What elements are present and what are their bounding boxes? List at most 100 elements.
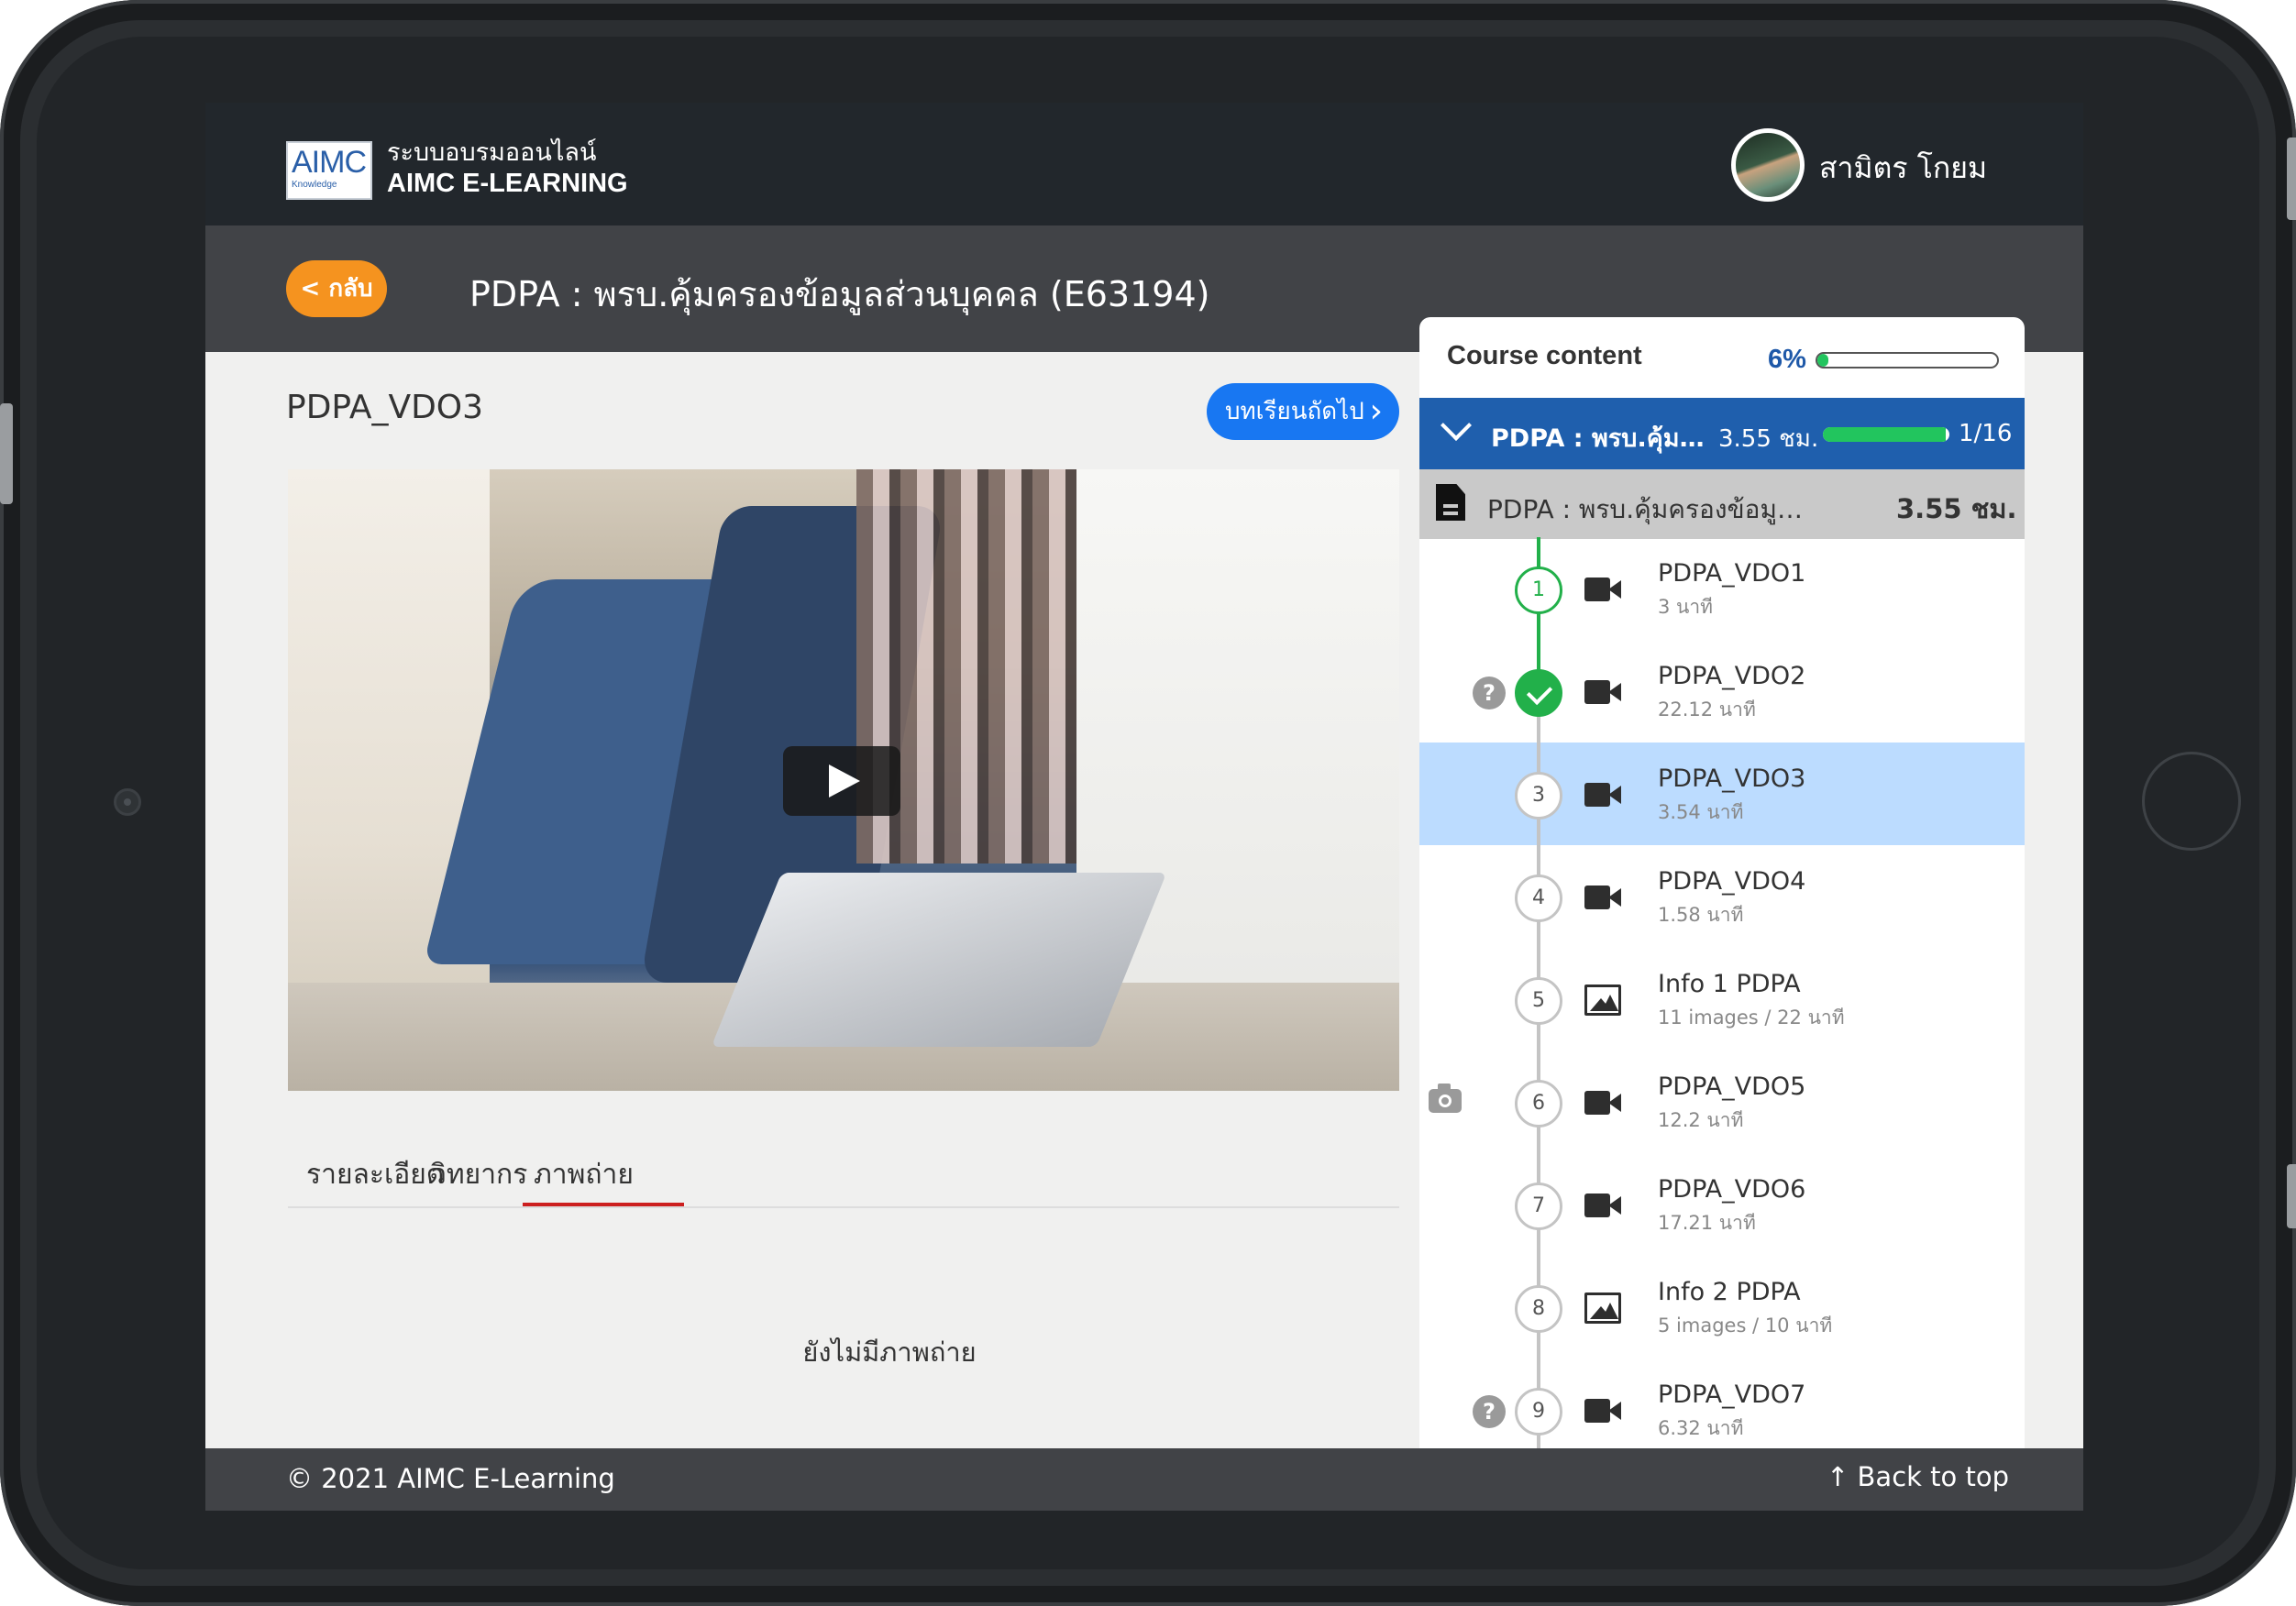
next-lesson-label: บทเรียนถัดไป [1225, 398, 1364, 425]
logo-text: AIMC [292, 145, 367, 180]
lesson-item[interactable]: 4 PDPA_VDO4 1.58 นาที [1419, 845, 2025, 948]
section-header[interactable]: PDPA : พรบ.คุ้มคร.. 3.55 ชม. 1/16 [1419, 398, 2025, 469]
lesson-item-title: PDPA_VDO1 [1658, 559, 1806, 588]
camera-icon[interactable] [1429, 1084, 1462, 1113]
back-to-top-label: Back to top [1857, 1461, 2010, 1492]
video-camera-icon [1584, 886, 1621, 909]
footer: © 2021 AIMC E-Learning ↑ Back to top [205, 1448, 2083, 1511]
brand-subtitle: ระบบอบรมออนไลน์ [387, 138, 597, 167]
lesson-number: 4 [1515, 874, 1562, 922]
timeline-line [1537, 640, 1540, 671]
lesson-number: 3 [1515, 772, 1562, 820]
lesson-item-title: PDPA_VDO3 [1658, 764, 1806, 793]
timeline-line [1537, 1050, 1540, 1082]
check-circle-icon [1515, 669, 1562, 717]
side-button-top[interactable] [2287, 138, 2296, 220]
copyright: © 2021 AIMC E-Learning [286, 1463, 615, 1494]
lesson-item-duration: 22.12 นาที [1658, 698, 1756, 720]
tab-details[interactable]: รายละเอียด [306, 1153, 444, 1196]
subsection-name: PDPA : พรบ.คุ้มครองข้อมูลส่วน... [1487, 494, 1814, 524]
lesson-title: PDPA_VDO3 [286, 389, 484, 426]
lesson-item-duration: 1.58 นาที [1658, 904, 1744, 926]
subsection-header[interactable]: PDPA : พรบ.คุ้มครองข้อมูลส่วน... 3.55 ชม… [1419, 469, 2025, 539]
timeline-line [1537, 948, 1540, 979]
aimc-logo[interactable]: AIMC Knowledge [286, 141, 372, 200]
home-button[interactable] [2142, 752, 2241, 851]
lesson-number: 6 [1515, 1080, 1562, 1128]
tab-instructor[interactable]: วิทยากร [431, 1153, 527, 1196]
avatar[interactable] [1731, 128, 1805, 202]
timeline-line [1537, 1153, 1540, 1184]
lesson-item-title: PDPA_VDO4 [1658, 867, 1806, 896]
document-icon [1436, 484, 1465, 521]
lesson-item-duration: 17.21 นาที [1658, 1212, 1756, 1234]
timeline-line [1537, 1126, 1540, 1153]
username[interactable]: สามิตร โกยม [1819, 145, 1987, 192]
lesson-tabs: รายละเอียด วิทยากร ภาพถ่าย [288, 1144, 1399, 1208]
lesson-number: 9 [1515, 1388, 1562, 1436]
section-name: PDPA : พรบ.คุ้มคร.. [1491, 424, 1716, 453]
timeline-line [1537, 845, 1540, 876]
lesson-item-duration: 5 images / 10 นาที [1658, 1314, 1833, 1336]
course-progress-fill [1817, 354, 1828, 367]
timeline-line [1537, 742, 1540, 774]
tab-photos[interactable]: ภาพถ่าย [534, 1153, 634, 1196]
back-to-top-link[interactable]: ↑ Back to top [1827, 1461, 2009, 1492]
next-lesson-button[interactable]: บทเรียนถัดไป › [1207, 383, 1399, 440]
empty-photos-message: ยังไม่มีภาพถ่าย [802, 1336, 977, 1368]
lesson-item[interactable]: ? PDPA_VDO2 22.12 นาที [1419, 640, 2025, 742]
chevron-right-icon: › [1369, 392, 1383, 430]
lesson-number: 8 [1515, 1285, 1562, 1333]
video-frame-laptop [711, 873, 1167, 1047]
lesson-item-title: Info 2 PDPA [1658, 1278, 1801, 1306]
image-icon [1584, 1292, 1621, 1324]
brand-title: AIMC E-LEARNING [387, 169, 628, 198]
video-camera-icon [1584, 680, 1621, 704]
timeline-line [1537, 1023, 1540, 1050]
timeline-line [1537, 1358, 1540, 1390]
side-button-left[interactable] [0, 403, 13, 504]
lesson-number: 7 [1515, 1182, 1562, 1230]
course-progress-bar [1816, 352, 1999, 368]
timeline-line [1537, 537, 1540, 568]
course-content-label: Course content [1447, 341, 1642, 370]
timeline-line [1537, 920, 1540, 948]
section-progress-fill [1823, 427, 1946, 442]
lesson-item[interactable]: 3 PDPA_VDO3 3.54 นาที [1419, 742, 2025, 845]
video-camera-icon [1584, 1399, 1621, 1423]
video-camera-icon [1584, 1194, 1621, 1217]
lesson-item[interactable]: 7 PDPA_VDO6 17.21 นาที [1419, 1153, 2025, 1256]
lesson-item-duration: 12.2 นาที [1658, 1109, 1744, 1131]
video-player[interactable] [288, 469, 1399, 1091]
lesson-item-duration: 3.54 นาที [1658, 801, 1744, 823]
lesson-item-duration: 6.32 นาที [1658, 1417, 1744, 1439]
logo-subtext: Knowledge [292, 180, 337, 190]
lesson-item[interactable]: 5 Info 1 PDPA 11 images / 22 นาที [1419, 948, 2025, 1050]
course-content-panel: Course content 6% PDPA : พรบ.คุ้มคร.. 3.… [1419, 317, 2025, 1448]
timeline-line [1537, 715, 1540, 742]
question-icon[interactable]: ? [1473, 676, 1506, 710]
top-navbar: AIMC Knowledge ระบบอบรมออนไลน์ AIMC E-LE… [205, 103, 2083, 226]
tablet-frame: AIMC Knowledge ระบบอบรมออนไลน์ AIMC E-LE… [0, 0, 2296, 1606]
side-button-right[interactable] [2287, 1164, 2296, 1228]
video-camera-icon [1584, 1091, 1621, 1115]
play-icon[interactable] [783, 746, 900, 816]
timeline-line [1537, 1228, 1540, 1256]
lesson-item[interactable]: 1 PDPA_VDO1 3 นาที [1419, 537, 2025, 640]
image-icon [1584, 984, 1621, 1016]
front-camera [114, 788, 141, 816]
lesson-item[interactable]: 6 PDPA_VDO5 12.2 นาที [1419, 1050, 2025, 1153]
question-icon[interactable]: ? [1473, 1395, 1506, 1428]
lesson-item[interactable]: 8 Info 2 PDPA 5 images / 10 นาที [1419, 1256, 2025, 1358]
back-button[interactable]: < กลับ [286, 260, 387, 317]
timeline-line [1537, 1331, 1540, 1358]
lesson-number: 5 [1515, 977, 1562, 1025]
course-content-header: Course content 6% [1419, 317, 2025, 396]
video-camera-icon [1584, 783, 1621, 807]
chevron-down-icon [1441, 410, 1472, 441]
section-count: 1/16 [1959, 420, 2013, 447]
screen: AIMC Knowledge ระบบอบรมออนไลน์ AIMC E-LE… [205, 103, 2083, 1511]
lesson-number: 1 [1515, 566, 1562, 614]
timeline-line [1537, 612, 1540, 640]
lesson-item[interactable]: ? 9 PDPA_VDO7 6.32 นาที [1419, 1358, 2025, 1448]
